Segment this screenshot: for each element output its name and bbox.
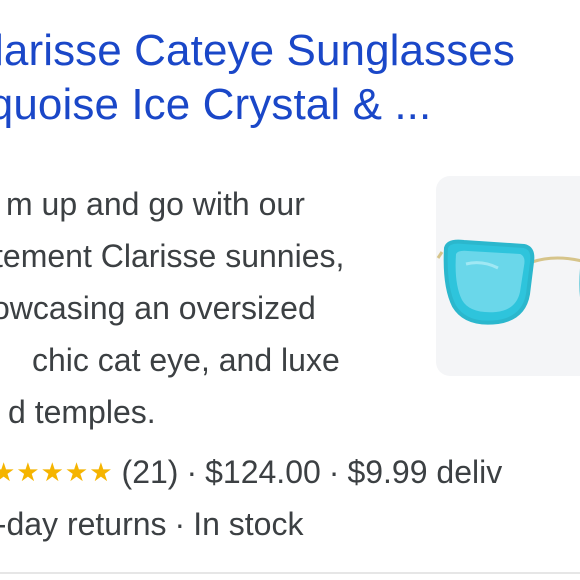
product-thumbnail[interactable] [436,176,580,376]
separator-dot: · [186,454,198,490]
sunglasses-icon [436,239,580,325]
product-title-line-2[interactable]: rquoise Ice Crystal & ... [0,78,580,132]
stock-status: In stock [193,506,304,542]
product-title-link[interactable]: larisse Cateye Sunglasses rquoise Ice Cr… [0,24,580,132]
left-lens [455,250,525,313]
rating-price-row: ★★★★★ (21) · $124.00 · $9.99 deliv [0,448,502,500]
description-line: owcasing an oversized [0,290,316,326]
bridge [531,256,580,264]
product-description: m up and go with our tement Clarisse sun… [0,178,422,438]
rating-stars: ★★★★★ [0,457,114,487]
returns-stock-row: 4-day returns·In stock [0,500,502,552]
description-line: d temples. [8,394,156,430]
description-line: chic cat eye, and luxe [32,342,340,378]
description-line: m up and go with our [6,186,305,222]
description-line: tement Clarisse sunnies, [0,238,345,274]
temple-arm [436,251,444,259]
returns-policy: 4-day returns [0,506,167,542]
shopping-result: larisse Cateye Sunglasses rquoise Ice Cr… [0,0,580,580]
separator-dot: · [174,506,186,542]
product-meta: ★★★★★(21)·$124.00·$9.99 deliv 4-day retu… [0,448,502,552]
price: $124.00 [205,454,321,490]
separator-dot: · [328,454,340,490]
product-title-line-1[interactable]: larisse Cateye Sunglasses [0,24,580,78]
review-count[interactable]: (21) [122,454,179,490]
delivery-cost: $9.99 deliv [347,454,503,490]
result-divider [0,572,580,574]
